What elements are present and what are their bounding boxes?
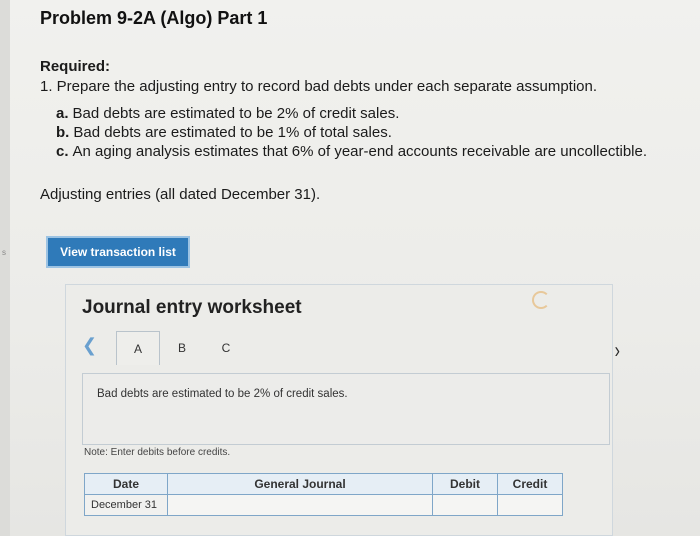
table-header-row: Date General Journal Debit Credit	[84, 473, 563, 495]
worksheet-title: Journal entry worksheet	[82, 297, 302, 318]
debits-note: Note: Enter debits before credits.	[84, 447, 231, 458]
required-label: Required:	[40, 58, 111, 75]
column-header-general-journal: General Journal	[167, 473, 433, 495]
chevron-left-icon[interactable]: ❮	[82, 335, 97, 356]
assumption-item: a. Bad debts are estimated to be 2% of cr…	[56, 104, 647, 123]
problem-page: Problem 9-2A (Algo) Part 1 Required: 1. …	[10, 0, 700, 536]
debit-input[interactable]	[432, 494, 498, 516]
column-header-debit: Debit	[432, 473, 498, 495]
adjusting-note: Adjusting entries (all dated December 31…	[40, 186, 321, 203]
assumption-letter: c.	[56, 143, 69, 160]
view-transaction-list-button[interactable]: View transaction list	[46, 236, 190, 268]
refresh-icon[interactable]	[532, 291, 550, 309]
entry-description-text: Bad debts are estimated to be 2% of cred…	[97, 388, 348, 400]
worksheet-tabs: A B C	[116, 331, 248, 365]
assumption-item: c. An aging analysis estimates that 6% of…	[56, 142, 647, 161]
assumption-letter: a.	[56, 105, 69, 122]
table-row: December 31	[84, 494, 563, 516]
journal-table: Date General Journal Debit Credit Decemb…	[84, 473, 563, 516]
assumption-text: Bad debts are estimated to be 2% of cred…	[72, 105, 400, 122]
journal-entry-worksheet: Journal entry worksheet ❮ A B C › Bad de…	[65, 284, 620, 536]
date-cell: December 31	[84, 494, 168, 516]
assumption-text: An aging analysis estimates that 6% of y…	[72, 143, 648, 160]
column-header-credit: Credit	[497, 473, 563, 495]
tab-a[interactable]: A	[116, 331, 160, 365]
assumption-list: a. Bad debts are estimated to be 2% of cr…	[56, 104, 647, 161]
entry-description: Bad debts are estimated to be 2% of cred…	[82, 373, 610, 445]
tab-b[interactable]: B	[160, 331, 204, 365]
credit-input[interactable]	[497, 494, 563, 516]
required-instruction: 1. Prepare the adjusting entry to record…	[40, 78, 598, 95]
column-header-date: Date	[84, 473, 168, 495]
general-journal-input[interactable]	[167, 494, 433, 516]
assumption-item: b. Bad debts are estimated to be 1% of to…	[56, 123, 647, 142]
assumption-text: Bad debts are estimated to be 1% of tota…	[73, 124, 392, 141]
chevron-right-icon[interactable]: ›	[615, 339, 620, 364]
page-title: Problem 9-2A (Algo) Part 1	[40, 8, 268, 28]
assumption-letter: b.	[56, 124, 70, 141]
tab-c[interactable]: C	[204, 331, 248, 365]
margin-mark: s	[2, 248, 6, 257]
